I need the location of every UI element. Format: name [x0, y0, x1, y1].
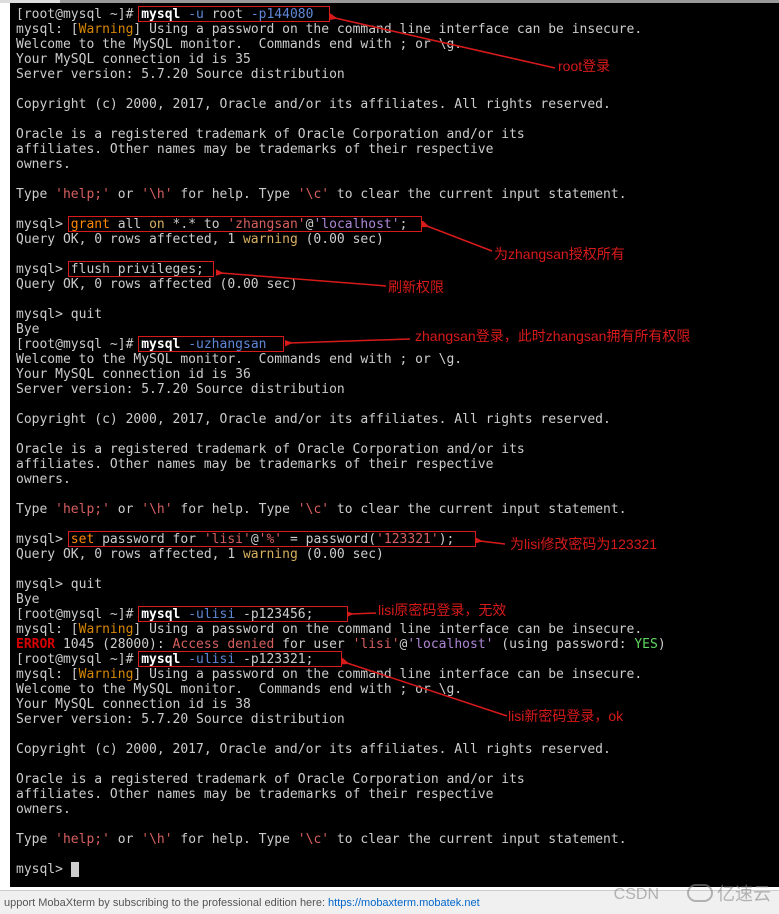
term-line: Copyright (c) 2000, 2017, Oracle and/or … [16, 412, 773, 427]
term-line: Type 'help;' or '\h' for help. Type '\c'… [16, 187, 773, 202]
term-line: Type 'help;' or '\h' for help. Type '\c'… [16, 502, 773, 517]
term-line: Welcome to the MySQL monitor. Commands e… [16, 682, 773, 697]
term-line: mysql> flush privileges; [16, 262, 773, 277]
term-line [16, 847, 773, 862]
term-line: Type 'help;' or '\h' for help. Type '\c'… [16, 832, 773, 847]
term-line [16, 82, 773, 97]
watermark-yisu: 亿速云 [687, 880, 771, 906]
term-line: Your MySQL connection id is 35 [16, 52, 773, 67]
ann-flush: 刷新权限 [388, 280, 444, 295]
term-line: Query OK, 0 rows affected, 1 warning (0.… [16, 232, 773, 247]
term-line: Oracle is a registered trademark of Orac… [16, 127, 773, 142]
term-line: [root@mysql ~]# mysql -ulisi -p123321; [16, 652, 773, 667]
ann-root-login: root登录 [558, 59, 610, 74]
term-line: mysql: [Warning] Using a password on the… [16, 22, 773, 37]
term-line [16, 817, 773, 832]
term-line: mysql> quit [16, 577, 773, 592]
footer-text: upport MobaXterm by subscribing to the p… [4, 897, 325, 909]
term-line [16, 562, 773, 577]
term-line: mysql: [Warning] Using a password on the… [16, 622, 773, 637]
term-line: Server version: 5.7.20 Source distributi… [16, 712, 773, 727]
term-line: mysql> [16, 862, 773, 877]
ann-lisi-old: lisi原密码登录，无效 [378, 603, 506, 618]
term-line [16, 202, 773, 217]
term-line [16, 427, 773, 442]
term-line [16, 757, 773, 772]
term-line: Oracle is a registered trademark of Orac… [16, 772, 773, 787]
term-line: affiliates. Other names may be trademark… [16, 787, 773, 802]
ann-setpwd: 为lisi修改密码为123321 [510, 537, 657, 552]
cursor-icon [71, 862, 79, 877]
ann-zhangsan: zhangsan登录，此时zhangsan拥有所有权限 [415, 329, 690, 344]
term-line: Welcome to the MySQL monitor. Commands e… [16, 352, 773, 367]
term-line: Your MySQL connection id is 36 [16, 367, 773, 382]
term-line: Server version: 5.7.20 Source distributi… [16, 67, 773, 82]
term-line: Welcome to the MySQL monitor. Commands e… [16, 37, 773, 52]
tab-indicator [0, 0, 60, 3]
term-line: mysql> set password for 'lisi'@'%' = pas… [16, 532, 773, 547]
term-line: mysql> quit [16, 307, 773, 322]
term-line: Copyright (c) 2000, 2017, Oracle and/or … [16, 742, 773, 757]
term-line: mysql: [Warning] Using a password on the… [16, 667, 773, 682]
footer-link[interactable]: https://mobaxterm.mobatek.net [328, 897, 480, 909]
ann-lisi-new: lisi新密码登录，ok [508, 709, 623, 724]
term-line: [root@mysql ~]# mysql -u root -p144080 [16, 7, 773, 22]
term-line [16, 487, 773, 502]
term-line: owners. [16, 157, 773, 172]
term-line: Oracle is a registered trademark of Orac… [16, 442, 773, 457]
term-line: affiliates. Other names may be trademark… [16, 142, 773, 157]
term-line [16, 727, 773, 742]
cloud-icon [687, 884, 713, 902]
term-line: owners. [16, 472, 773, 487]
term-line: affiliates. Other names may be trademark… [16, 457, 773, 472]
ann-grant: 为zhangsan授权所有 [494, 247, 625, 262]
term-line: Your MySQL connection id is 38 [16, 697, 773, 712]
watermark-csdn: CSDN [614, 886, 659, 904]
term-line: Query OK, 0 rows affected, 1 warning (0.… [16, 547, 773, 562]
term-line [16, 112, 773, 127]
term-line [16, 397, 773, 412]
terminal-window[interactable]: [root@mysql ~]# mysql -u root -p144080 m… [10, 0, 779, 887]
term-line [16, 517, 773, 532]
term-line: mysql> grant all on *.* to 'zhangsan'@'l… [16, 217, 773, 232]
term-line [16, 247, 773, 262]
term-line: Server version: 5.7.20 Source distributi… [16, 382, 773, 397]
term-line: Copyright (c) 2000, 2017, Oracle and/or … [16, 97, 773, 112]
term-line: owners. [16, 802, 773, 817]
term-line: ERROR 1045 (28000): Access denied for us… [16, 637, 773, 652]
footer-bar: upport MobaXterm by subscribing to the p… [0, 890, 779, 914]
term-line [16, 172, 773, 187]
